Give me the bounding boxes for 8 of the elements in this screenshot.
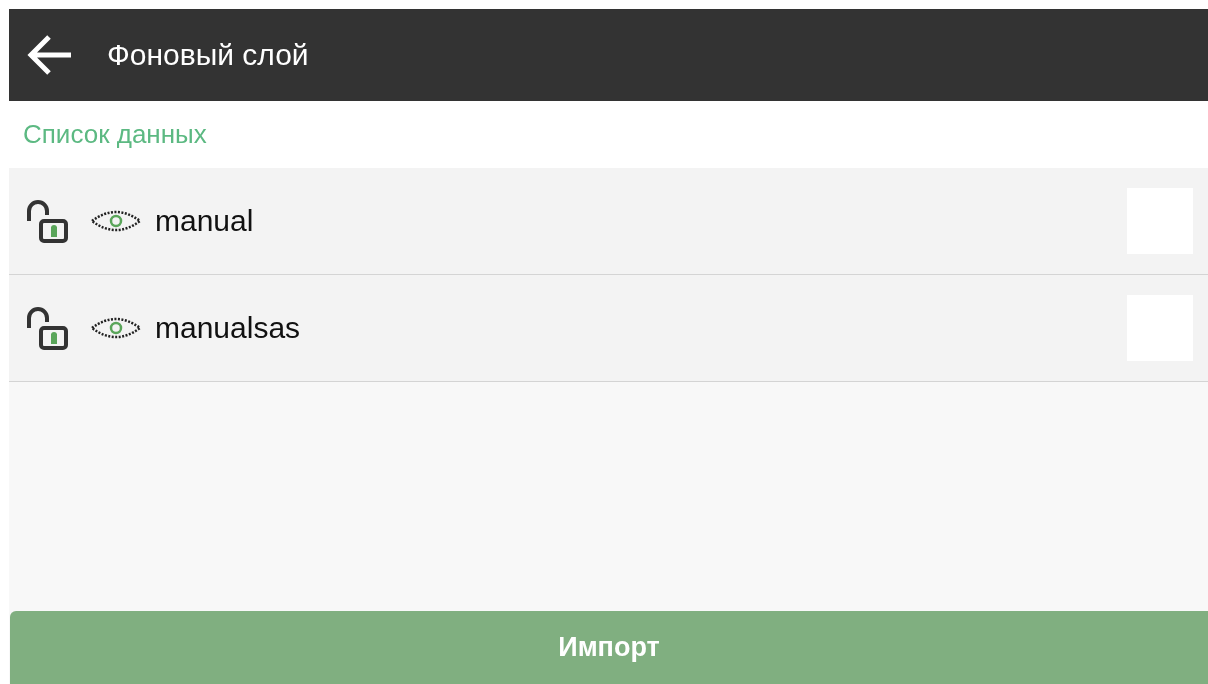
screen-title: Фоновый слой [107, 38, 309, 72]
section-title: Список данных [23, 119, 207, 150]
layer-name: manual [155, 204, 255, 238]
layer-name: manualsas [155, 311, 302, 345]
unlocked-padlock-icon[interactable] [25, 306, 69, 350]
back-arrow-icon[interactable] [27, 34, 73, 76]
import-button[interactable]: Импорт [10, 611, 1208, 684]
unlocked-padlock-icon[interactable] [25, 199, 69, 243]
